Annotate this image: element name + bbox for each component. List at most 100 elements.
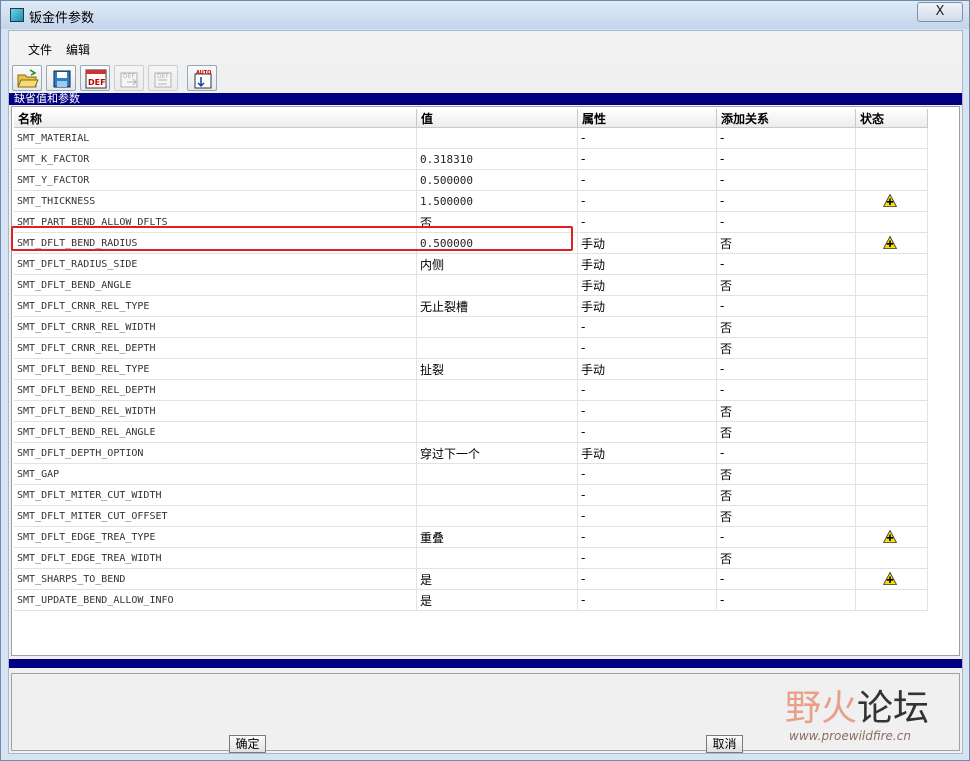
cell-attribute[interactable]: - [577,526,717,548]
cell-attribute[interactable]: - [577,190,717,212]
cell-name[interactable]: SMT_DFLT_BEND_REL_WIDTH [14,400,417,422]
cell-name[interactable]: SMT_DFLT_CRNR_REL_TYPE [14,295,417,317]
cell-value[interactable] [416,379,578,401]
cell-relation[interactable]: - [716,127,856,149]
table-row[interactable]: SMT_DFLT_MITER_CUT_WIDTH - 否 [14,484,928,506]
cell-attribute[interactable]: - [577,589,717,611]
cell-name[interactable]: SMT_DFLT_BEND_REL_ANGLE [14,421,417,443]
cell-relation[interactable]: - [716,379,856,401]
cell-name[interactable]: SMT_DFLT_CRNR_REL_WIDTH [14,316,417,338]
cell-relation[interactable]: 否 [716,316,856,338]
cell-value[interactable] [416,484,578,506]
column-header-relation[interactable]: 添加关系 [716,109,856,128]
cell-name[interactable]: SMT_DFLT_MITER_CUT_OFFSET [14,505,417,527]
cell-attribute[interactable]: - [577,337,717,359]
cell-value[interactable]: 内侧 [416,253,578,275]
cell-value[interactable]: 1.500000 [416,190,578,212]
cell-relation[interactable]: 否 [716,484,856,506]
cell-relation[interactable]: - [716,148,856,170]
table-row[interactable]: SMT_K_FACTOR 0.318310- - [14,148,928,170]
cell-name[interactable]: SMT_K_FACTOR [14,148,417,170]
cell-relation[interactable]: 否 [716,400,856,422]
cell-relation[interactable]: - [716,211,856,233]
table-row[interactable]: SMT_DFLT_RADIUS_SIDE 内侧 手动 - [14,253,928,275]
cell-value[interactable]: 是 [416,568,578,590]
cancel-button[interactable]: 取消 [706,735,743,753]
cell-value[interactable]: 0.500000 [416,232,578,254]
cell-name[interactable]: SMT_GAP [14,463,417,485]
cell-value[interactable] [416,400,578,422]
auto-button[interactable]: AUTO [187,65,217,91]
cell-name[interactable]: SMT_THICKNESS [14,190,417,212]
cell-relation[interactable]: 否 [716,463,856,485]
cell-value[interactable]: 是 [416,589,578,611]
cell-name[interactable]: SMT_MATERIAL [14,127,417,149]
cell-value[interactable]: 否 [416,211,578,233]
cell-attribute[interactable]: - [577,463,717,485]
cell-name[interactable]: SMT_DFLT_BEND_REL_DEPTH [14,379,417,401]
cell-attribute[interactable]: 手动 [577,232,717,254]
cell-name[interactable]: SMT_DFLT_BEND_RADIUS [14,232,417,254]
table-row[interactable]: SMT_DFLT_CRNR_REL_WIDTH - 否 [14,316,928,338]
cell-attribute[interactable]: - [577,421,717,443]
cell-attribute[interactable]: - [577,505,717,527]
table-row[interactable]: SMT_DFLT_BEND_REL_WIDTH - 否 [14,400,928,422]
cell-name[interactable]: SMT_SHARPS_TO_BEND [14,568,417,590]
cell-value[interactable] [416,547,578,569]
cell-attribute[interactable]: - [577,547,717,569]
cell-value[interactable] [416,337,578,359]
cell-attribute[interactable]: - [577,316,717,338]
cell-relation[interactable]: 否 [716,505,856,527]
cell-attribute[interactable]: 手动 [577,295,717,317]
table-row[interactable]: SMT_DFLT_BEND_ANGLE 手动否 [14,274,928,296]
cell-relation[interactable]: 否 [716,274,856,296]
column-header-name[interactable]: 名称 [14,109,417,128]
cell-value[interactable] [416,421,578,443]
cell-relation[interactable]: - [716,253,856,275]
cell-relation[interactable]: - [716,190,856,212]
table-row[interactable]: SMT_DFLT_CRNR_REL_DEPTH - 否 [14,337,928,359]
cell-value[interactable] [416,505,578,527]
cell-attribute[interactable]: - [577,484,717,506]
def-export-button[interactable]: DEF [148,65,178,91]
cell-attribute[interactable]: - [577,127,717,149]
cell-name[interactable]: SMT_DFLT_BEND_ANGLE [14,274,417,296]
column-header-value[interactable]: 值 [416,109,578,128]
cell-attribute[interactable]: - [577,169,717,191]
cell-relation[interactable]: - [716,295,856,317]
cell-name[interactable]: SMT_UPDATE_BEND_ALLOW_INFO [14,589,417,611]
table-row[interactable]: SMT_UPDATE_BEND_ALLOW_INFO 是 - - [14,589,928,611]
table-row[interactable]: SMT_DFLT_BEND_REL_TYPE 扯裂 手动 - [14,358,928,380]
cell-relation[interactable]: 否 [716,547,856,569]
column-header-attribute[interactable]: 属性 [577,109,717,128]
cell-value[interactable] [416,316,578,338]
table-row[interactable]: SMT_DFLT_MITER_CUT_OFFSET - 否 [14,505,928,527]
table-row[interactable]: SMT_DFLT_DEPTH_OPTION 穿过下一个 手动 - [14,442,928,464]
cell-value[interactable]: 无止裂槽 [416,295,578,317]
cell-value[interactable]: 重叠 [416,526,578,548]
cell-value[interactable]: 0.500000 [416,169,578,191]
cell-value[interactable]: 0.318310 [416,148,578,170]
cell-name[interactable]: SMT_DFLT_DEPTH_OPTION [14,442,417,464]
def-import-button[interactable]: DEF [114,65,144,91]
cell-relation[interactable]: - [716,526,856,548]
cell-attribute[interactable]: - [577,211,717,233]
close-button[interactable]: X [917,2,963,22]
cell-name[interactable]: SMT_DFLT_BEND_REL_TYPE [14,358,417,380]
cell-attribute[interactable]: 手动 [577,442,717,464]
cell-value[interactable]: 穿过下一个 [416,442,578,464]
table-row[interactable]: SMT_DFLT_EDGE_TREA_WIDTH - 否 [14,547,928,569]
cell-name[interactable]: SMT_Y_FACTOR [14,169,417,191]
cell-name[interactable]: SMT_DFLT_EDGE_TREA_TYPE [14,526,417,548]
table-row[interactable]: SMT_GAP - 否 [14,463,928,485]
table-row[interactable]: SMT_MATERIAL - - [14,127,928,149]
column-header-status[interactable]: 状态 [855,109,928,128]
cell-relation[interactable]: - [716,358,856,380]
table-row[interactable]: SMT_DFLT_EDGE_TREA_TYPE 重叠 - - [14,526,928,548]
cell-attribute[interactable]: 手动 [577,358,717,380]
cell-attribute[interactable]: - [577,379,717,401]
save-button[interactable] [46,65,76,91]
cell-name[interactable]: SMT_PART_BEND_ALLOW_DFLTS [14,211,417,233]
table-row[interactable]: SMT_DFLT_BEND_RADIUS 0.500000 手动否 [14,232,928,254]
cell-value[interactable] [416,463,578,485]
